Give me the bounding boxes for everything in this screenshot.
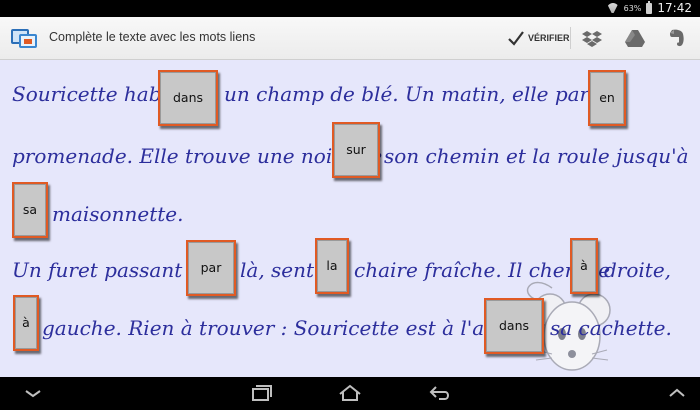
word-tile[interactable]: à <box>570 238 598 294</box>
word-tile[interactable]: en <box>588 70 626 126</box>
text-line-2: promenade. Elle trouve une noisette <box>12 144 382 168</box>
text-segment: droite, <box>604 258 672 282</box>
evernote-icon[interactable] <box>667 28 687 48</box>
text-line-4b: là, sent <box>240 258 314 282</box>
keyboard-hide-icon[interactable] <box>20 383 46 403</box>
app-icon[interactable] <box>10 26 40 50</box>
text-segment: sa cachette. <box>550 316 672 340</box>
text-line-3: maisonnette. <box>52 202 183 226</box>
status-indicators: 63% 17:42 <box>607 0 692 15</box>
checkmark-icon <box>508 31 524 46</box>
google-drive-icon[interactable] <box>625 28 645 48</box>
word-tile[interactable]: dans <box>158 70 218 126</box>
dropbox-icon[interactable] <box>582 28 602 48</box>
tile-word: à <box>22 314 30 330</box>
divider <box>570 27 571 49</box>
verify-button[interactable]: VÉRIFIER <box>507 26 570 50</box>
text-line-5: gauche. Rien à trouver : Souricette est … <box>42 316 513 340</box>
text-segment: maisonnette. <box>52 202 184 226</box>
tile-word: sa <box>22 201 38 217</box>
text-segment: un champ de blé. Un matin, elle part <box>224 82 598 106</box>
clock: 17:42 <box>657 1 692 15</box>
wifi-icon <box>607 3 619 13</box>
verify-label: VÉRIFIER <box>528 33 570 43</box>
battery-percent: 63% <box>623 3 642 13</box>
back-icon[interactable] <box>427 383 453 403</box>
text-line-1b: un champ de blé. Un matin, elle part <box>224 82 597 106</box>
text-line-2b: son chemin et la roule jusqu'à <box>384 144 689 168</box>
word-tile[interactable]: sur <box>332 122 380 178</box>
text-segment: là, sent <box>240 258 315 282</box>
tile-word: à <box>580 257 588 273</box>
tile-word: sur <box>346 141 366 157</box>
recent-apps-icon[interactable] <box>248 383 274 403</box>
tile-word: en <box>599 89 615 105</box>
tile-word: dans <box>498 317 530 333</box>
text-line-4: Un furet passant <box>12 258 182 282</box>
status-bar: 63% 17:42 <box>0 0 700 17</box>
page-title: Complète le texte avec les mots liens <box>49 30 256 44</box>
text-segment: promenade. Elle trouve une noisette <box>12 144 383 168</box>
text-segment: Un furet passant <box>12 258 183 282</box>
text-line-5b: sa cachette. <box>550 316 672 340</box>
text-line-4d: droite, <box>604 258 671 282</box>
word-tile[interactable]: la <box>315 238 349 294</box>
tile-word: dans <box>172 89 204 105</box>
word-tile[interactable]: dans <box>484 298 544 354</box>
exercise-area: Souricette habite un champ de blé. Un ma… <box>0 60 700 377</box>
word-tile[interactable]: sa <box>12 182 48 238</box>
home-icon[interactable] <box>337 383 363 403</box>
text-segment: son chemin et la roule jusqu'à <box>384 144 689 168</box>
action-bar: Complète le texte avec les mots liens VÉ… <box>0 17 700 60</box>
nav-bar <box>0 377 700 410</box>
word-tile[interactable]: par <box>186 240 236 296</box>
battery-icon <box>646 0 653 14</box>
tile-word: par <box>200 259 222 275</box>
text-segment: gauche. Rien à trouver : Souricette est … <box>42 316 513 340</box>
tile-word: la <box>326 257 338 273</box>
menu-icon[interactable] <box>664 383 690 403</box>
word-tile[interactable]: à <box>13 295 39 351</box>
